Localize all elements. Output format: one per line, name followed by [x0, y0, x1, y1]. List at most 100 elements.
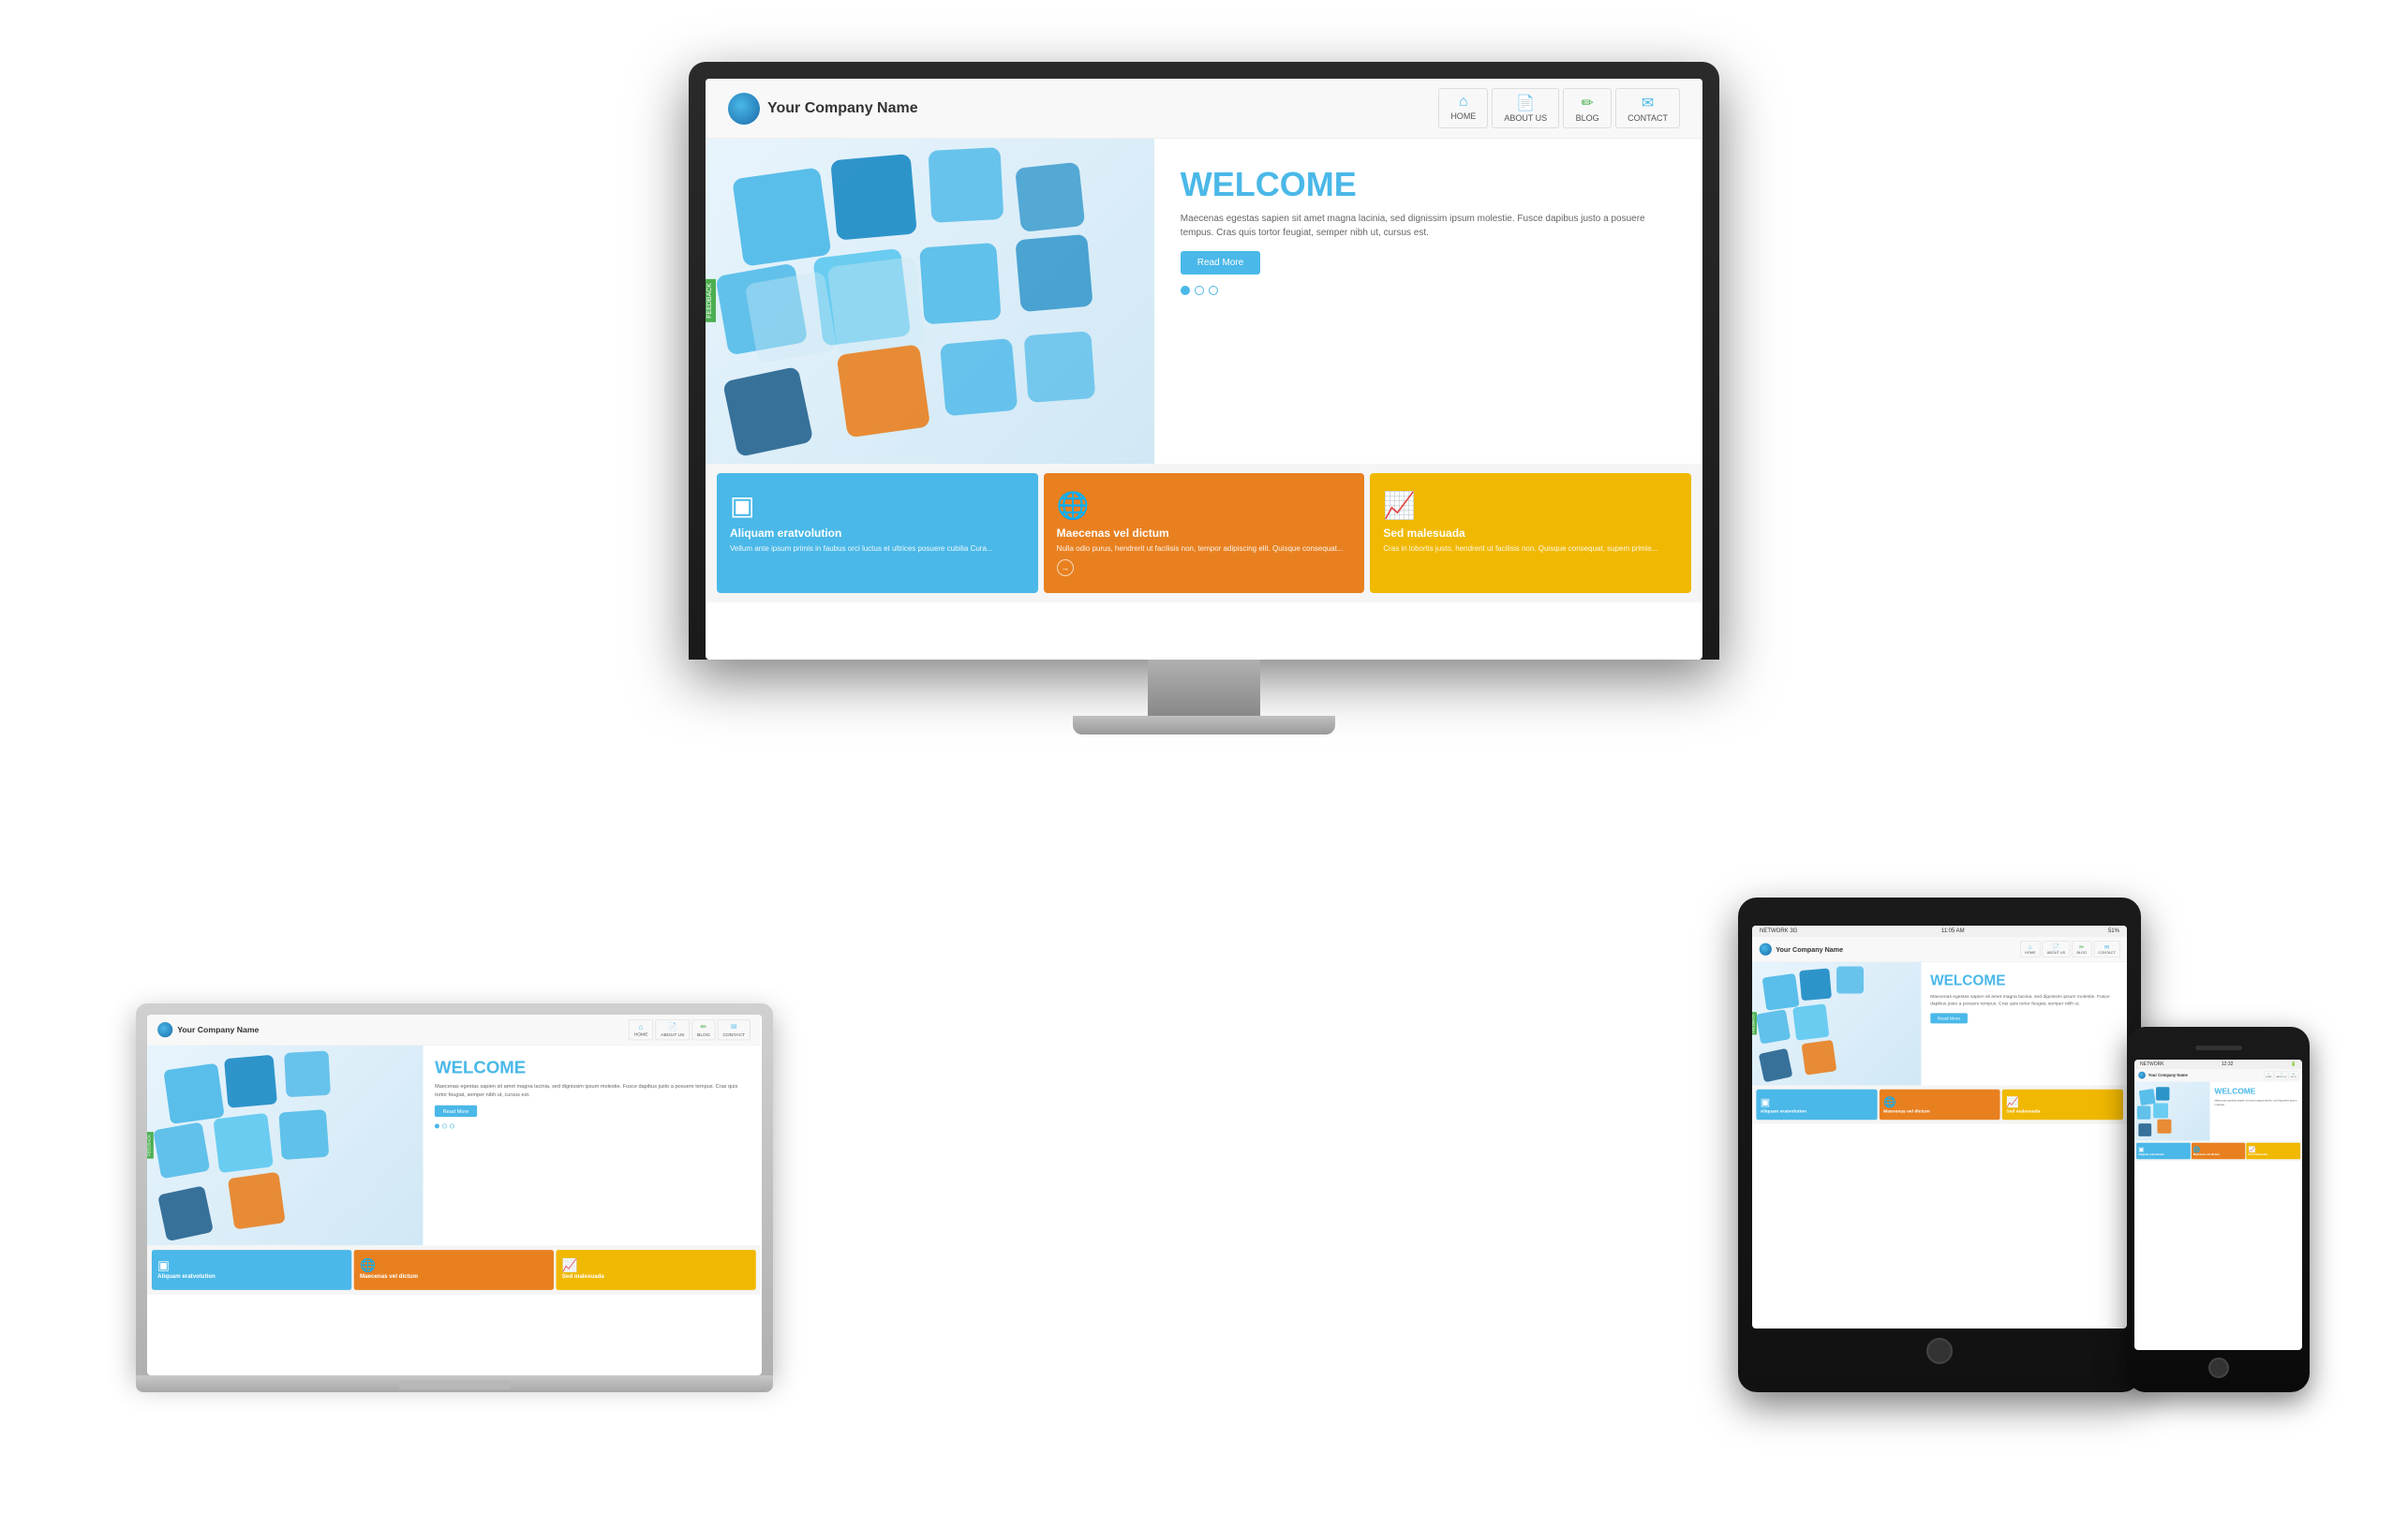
- feature-card-sed: 📈 Sed malesuada Cras in lobortis justo, …: [1370, 473, 1691, 593]
- laptop-feature-icon-1: ▣: [157, 1258, 346, 1273]
- tablet: NETWORK 3G 11:05 AM 51% Your Company Nam…: [1738, 898, 2141, 1392]
- laptop-contact-icon: ✉: [731, 1022, 737, 1032]
- tablet-hero-title: WELCOME: [1930, 972, 2118, 989]
- laptop-feature-1: ▣ Aliquam eratvolution: [152, 1250, 351, 1290]
- tablet-logo: Your Company Name: [1760, 943, 1843, 956]
- laptop-about-label: ABOUT US: [661, 1032, 684, 1038]
- phone-feature-title-2: Maecenas vel dictum: [2193, 1153, 2243, 1156]
- laptop-nav-about[interactable]: 📄 ABOUT US: [656, 1019, 690, 1040]
- nav-contact[interactable]: ✉ CONTACT: [1615, 88, 1680, 128]
- laptop-dot-2: [442, 1124, 447, 1129]
- tablet-feedback-tab: FEEDBACK: [1752, 1013, 1757, 1035]
- nav-home-label: HOME: [1450, 111, 1476, 121]
- tablet-feature-2: 🌐 Maecenas vel dictum: [1880, 1090, 2000, 1120]
- phone-features: ▣ Aliquam eratvolution 🌐 Maecenas vel di…: [2134, 1141, 2302, 1162]
- tablet-nav-home[interactable]: ⌂HOME: [2020, 941, 2040, 957]
- phone-screen: NETWORK 12:32 🔋 Your Company Name ⌂HOME …: [2134, 1060, 2302, 1350]
- tablet-feature-icon-3: 📈: [2006, 1095, 2118, 1108]
- laptop-nav-home[interactable]: ⌂ HOME: [629, 1019, 653, 1040]
- feature-title-2: Maecenas vel dictum: [1057, 527, 1352, 540]
- phone-nav: ⌂HOME 📄ABOUT US ✏BLOG: [2264, 1071, 2298, 1079]
- laptop-logo: Your Company Name: [157, 1022, 259, 1037]
- tablet-blog-icon: ✏: [2079, 943, 2085, 951]
- dot-active[interactable]: [1181, 286, 1190, 295]
- monitor-stand-base: [1073, 716, 1335, 735]
- feature-card-aliquam: ▣ Aliquam eratvolution Vellum ante ipsum…: [717, 473, 1038, 593]
- phone: NETWORK 12:32 🔋 Your Company Name ⌂HOME …: [2127, 1027, 2310, 1392]
- laptop-feedback-tab: FEEDBACK: [147, 1132, 154, 1158]
- company-name: Your Company Name: [767, 100, 918, 117]
- phone-hero-title: WELCOME: [2215, 1087, 2298, 1096]
- phone-network: NETWORK: [2140, 1061, 2164, 1067]
- laptop-logo-globe: [157, 1022, 172, 1037]
- site-logo: Your Company Name: [728, 93, 918, 125]
- phone-hero: WELCOME Maecenas egestas sapien sit amet…: [2134, 1082, 2302, 1141]
- laptop-dot-1: [435, 1124, 439, 1129]
- laptop-feature-title-1: Aliquam eratvolution: [157, 1273, 346, 1280]
- phone-hero-text: Maecenas egestas sapien sit amet magna l…: [2215, 1099, 2298, 1106]
- feature-title-3: Sed malesuada: [1383, 527, 1678, 540]
- laptop-trackpad: [398, 1380, 511, 1389]
- contact-icon: ✉: [1642, 94, 1654, 112]
- phone-home-button[interactable]: [2208, 1358, 2229, 1378]
- tablet-nav-about[interactable]: 📄ABOUT US: [2043, 941, 2071, 957]
- nav-about-us[interactable]: 📄 ABOUT US: [1492, 88, 1559, 128]
- tablet-read-more[interactable]: Read More: [1930, 1013, 1968, 1023]
- read-more-button[interactable]: Read More: [1181, 251, 1260, 275]
- laptop-contact-label: CONTACT: [722, 1032, 745, 1038]
- laptop-nav-contact[interactable]: ✉ CONTACT: [718, 1019, 751, 1040]
- laptop-nav-blog[interactable]: ✏ BLOG: [691, 1019, 715, 1040]
- tablet-home-button[interactable]: [1926, 1338, 1953, 1364]
- phone-nav-blog[interactable]: ✏BLOG: [2289, 1071, 2298, 1079]
- laptop-dot-3: [450, 1124, 454, 1129]
- about-icon: 📄: [1516, 94, 1535, 112]
- laptop-features: ▣ Aliquam eratvolution 🌐 Maecenas vel di…: [147, 1245, 761, 1295]
- laptop-blog-label: BLOG: [697, 1032, 710, 1038]
- nav-home[interactable]: ⌂ HOME: [1438, 88, 1488, 128]
- laptop-hero-image: FEEDBACK: [147, 1046, 424, 1246]
- feature-arrow[interactable]: →: [1057, 559, 1074, 576]
- tablet-nav-blog[interactable]: ✏BLOG: [2072, 941, 2091, 957]
- phone-battery: 🔋: [2291, 1061, 2297, 1067]
- tablet-nav-contact[interactable]: ✉CONTACT: [2093, 941, 2119, 957]
- tablet-contact-label: CONTACT: [2098, 951, 2115, 955]
- dot-3[interactable]: [1209, 286, 1218, 295]
- tablet-feature-title-2: Maecenas vel dictum: [1883, 1108, 1996, 1114]
- monitor-frame: Your Company Name ⌂ HOME 📄 ABOUT US: [689, 62, 1719, 660]
- tablet-hero: FEEDBACK WE: [1752, 962, 2127, 1085]
- phone-tiles: [2134, 1082, 2210, 1141]
- site-header: Your Company Name ⌂ HOME 📄 ABOUT US: [706, 79, 1702, 139]
- phone-feature-icon-2: 🌐: [2193, 1146, 2243, 1152]
- laptop-hero: FEEDBACK: [147, 1046, 761, 1246]
- home-icon: ⌂: [1459, 94, 1468, 111]
- phone-blog-label: BLOG: [2291, 1076, 2297, 1078]
- tablet-feature-1: ▣ Aliquam eratvolution: [1756, 1090, 1877, 1120]
- phone-nav-home[interactable]: ⌂HOME: [2264, 1071, 2274, 1079]
- tablet-blog-label: BLOG: [2076, 951, 2087, 955]
- hero-title: WELCOME: [1181, 165, 1676, 204]
- phone-feature-title-1: Aliquam eratvolution: [2138, 1153, 2188, 1156]
- laptop-frame: Your Company Name ⌂ HOME 📄 ABOUT US: [136, 1003, 773, 1375]
- tablet-nav: ⌂HOME 📄ABOUT US ✏BLOG ✉CONTACT: [2020, 941, 2120, 957]
- phone-website: Your Company Name ⌂HOME 📄ABOUT US ✏BLOG: [2134, 1069, 2302, 1350]
- hero-body-text: Maecenas egestas sapien sit amet magna l…: [1181, 212, 1676, 240]
- phone-feature-icon-1: ▣: [2138, 1146, 2188, 1152]
- dot-2[interactable]: [1195, 286, 1204, 295]
- phone-hero-content: WELCOME Maecenas egestas sapien sit amet…: [2210, 1082, 2302, 1141]
- phone-nav-about[interactable]: 📄ABOUT US: [2274, 1071, 2288, 1079]
- tablet-tiles: [1752, 962, 1921, 1085]
- feedback-tab[interactable]: FEEDBACK: [706, 280, 716, 323]
- phone-feature-icon-3: 📈: [2249, 1146, 2298, 1152]
- feature-cards: ▣ Aliquam eratvolution Vellum ante ipsum…: [706, 464, 1702, 602]
- laptop: Your Company Name ⌂ HOME 📄 ABOUT US: [136, 1003, 773, 1392]
- phone-hero-image: [2134, 1082, 2210, 1141]
- phone-home-label: HOME: [2266, 1076, 2271, 1078]
- laptop-feature-icon-2: 🌐: [360, 1258, 548, 1273]
- tablet-feature-icon-2: 🌐: [1883, 1095, 1996, 1108]
- tablet-network: NETWORK 3G: [1760, 928, 1797, 934]
- laptop-read-more[interactable]: Read More: [435, 1106, 477, 1117]
- carousel-dots: [1181, 286, 1676, 295]
- laptop-hero-content: WELCOME Maecenas egestas sapien sit amet…: [424, 1046, 761, 1246]
- nav-blog[interactable]: ✏ BLOG: [1563, 88, 1612, 128]
- tablet-hero-content: WELCOME Maecenas egestas sapien sit amet…: [1921, 962, 2127, 1085]
